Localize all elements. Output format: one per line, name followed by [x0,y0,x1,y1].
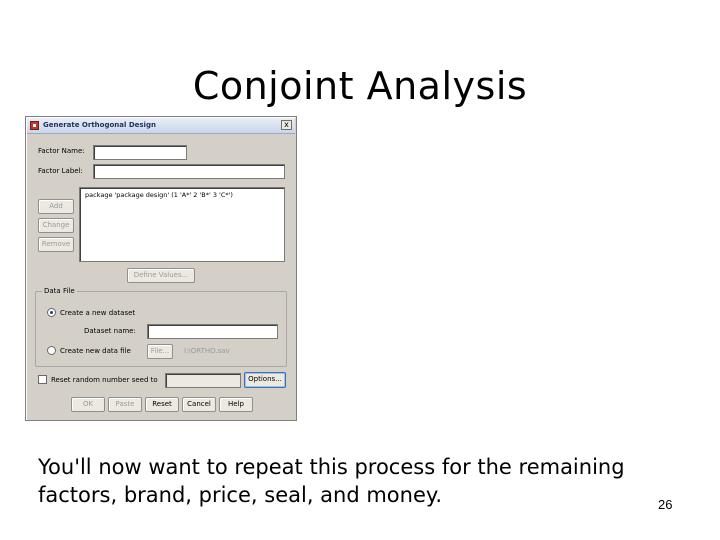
reset-button[interactable]: Reset [145,397,179,412]
data-file-legend: Data File [42,287,77,295]
help-button[interactable]: Help [219,397,253,412]
file-button[interactable]: File... [147,344,173,359]
file-path: I:\ORTHO.sav [184,347,230,355]
generate-orthogonal-design-dialog: Generate Orthogonal Design x Factor Name… [25,116,297,421]
slide-body-text: You'll now want to repeat this process f… [38,455,625,507]
factor-label-input[interactable] [93,164,285,179]
factor-name-label: Factor Name: [38,147,85,155]
factor-name-input[interactable] [93,145,187,160]
change-button[interactable]: Change [38,218,74,233]
factor-list[interactable]: package 'package design' (1 'A*' 2 'B*' … [79,187,285,262]
add-button[interactable]: Add [38,199,74,214]
close-icon[interactable]: x [281,120,292,130]
reset-seed-checkbox[interactable] [38,375,47,384]
paste-button[interactable]: Paste [108,397,142,412]
factor-list-item[interactable]: package 'package design' (1 'A*' 2 'B*' … [85,191,233,199]
dataset-name-label: Dataset name: [84,327,136,335]
factor-label-label: Factor Label: [38,167,83,175]
remove-button[interactable]: Remove [38,237,74,252]
dialog-title: Generate Orthogonal Design [43,121,156,129]
cancel-button[interactable]: Cancel [182,397,216,412]
app-icon [30,121,39,130]
create-new-data-file-radio[interactable] [47,346,56,355]
dataset-name-input[interactable] [147,324,278,339]
seed-value-input[interactable] [165,373,241,388]
define-values-button[interactable]: Define Values... [127,268,195,283]
create-new-dataset-radio[interactable] [47,308,56,317]
create-new-dataset-label: Create a new dataset [60,309,136,317]
options-button[interactable]: Options... [244,372,286,388]
page-number: 26 [658,497,673,512]
slide-title: Conjoint Analysis [192,64,528,108]
reset-seed-label: Reset random number seed to [51,376,158,384]
create-new-data-file-label: Create new data file [60,347,131,355]
ok-button[interactable]: OK [71,397,105,412]
dialog-titlebar[interactable]: Generate Orthogonal Design x [27,118,295,134]
